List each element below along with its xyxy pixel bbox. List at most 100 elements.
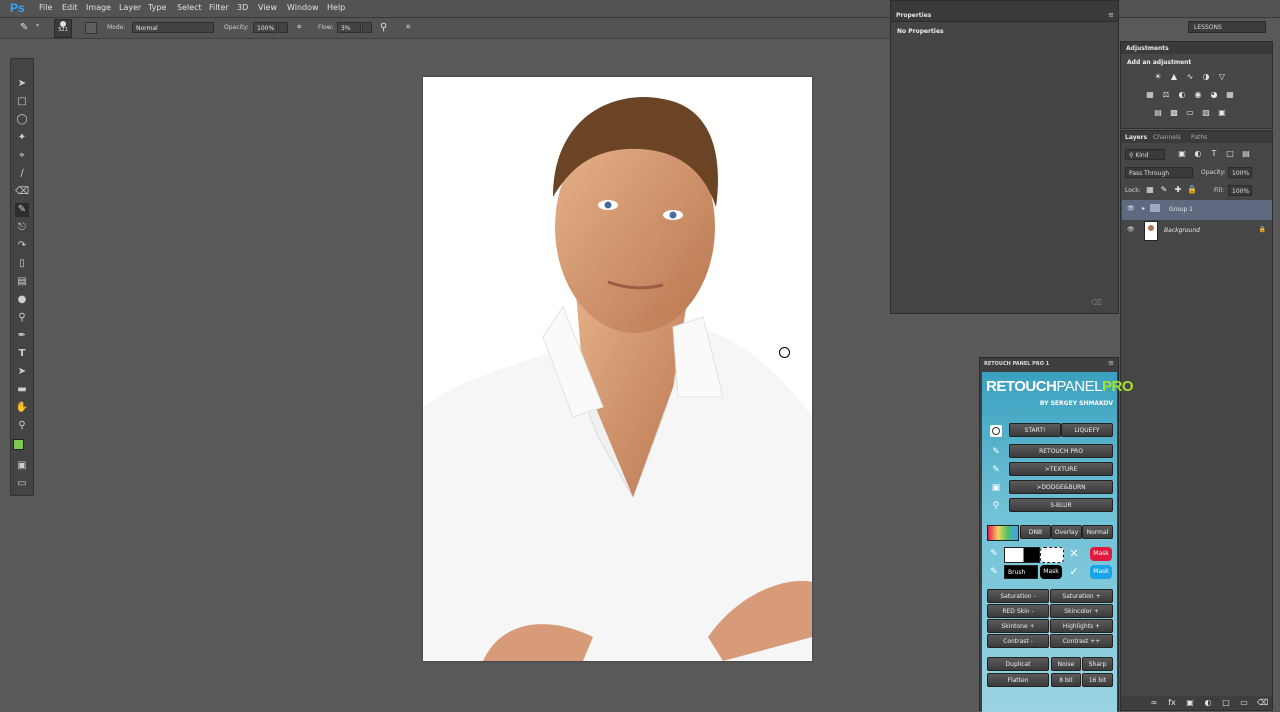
menu-type[interactable]: Type bbox=[148, 3, 166, 12]
new-adjustment-layer-icon[interactable]: ◐ bbox=[1203, 698, 1213, 708]
crop-tool-icon[interactable]: ⌖ bbox=[15, 149, 29, 163]
posterize-icon[interactable]: ▩ bbox=[1169, 108, 1179, 118]
duplicat-button[interactable]: Duplicat bbox=[987, 657, 1049, 671]
filter-shape-icon[interactable]: □ bbox=[1225, 149, 1235, 159]
vibrance-icon[interactable]: ▽ bbox=[1217, 72, 1227, 82]
dodge-burn-button[interactable]: >DODGE&BURN bbox=[1009, 480, 1113, 494]
curves-icon[interactable]: ∿ bbox=[1185, 72, 1195, 82]
contrast-minus-button[interactable]: Contrast - bbox=[987, 634, 1049, 648]
blur-tool-icon[interactable]: ● bbox=[15, 293, 29, 307]
black-mask-button[interactable]: Mask bbox=[1040, 565, 1062, 579]
overlay-button[interactable]: Overlay bbox=[1051, 525, 1082, 539]
history-brush-tool-icon[interactable]: ↷ bbox=[15, 239, 29, 253]
brush-panel-toggle-icon[interactable] bbox=[85, 22, 97, 34]
eraser-tool-icon[interactable]: ▯ bbox=[15, 257, 29, 271]
menu-3d[interactable]: 3D bbox=[237, 3, 248, 12]
menu-image[interactable]: Image bbox=[86, 3, 111, 12]
layer-opacity-field[interactable]: 100% bbox=[1228, 167, 1252, 178]
flatten-button[interactable]: Flatten bbox=[987, 673, 1049, 687]
visibility-eye-icon[interactable]: 👁 bbox=[1127, 226, 1135, 233]
blue-mask-button[interactable]: Mask bbox=[1090, 565, 1112, 579]
menu-window[interactable]: Window bbox=[287, 3, 319, 12]
visibility-eye-icon[interactable]: 👁 bbox=[1127, 205, 1135, 212]
pressure-opacity-icon[interactable]: ⚬ bbox=[295, 22, 307, 34]
filter-adjustment-icon[interactable]: ◐ bbox=[1193, 149, 1203, 159]
adjustments-tab[interactable]: Adjustments bbox=[1126, 45, 1169, 52]
menu-file[interactable]: File bbox=[39, 3, 52, 12]
dnb-button[interactable]: DNB bbox=[1020, 525, 1051, 539]
workspace-switcher[interactable]: LESSONS bbox=[1188, 21, 1266, 33]
flow-field[interactable]: 3% bbox=[337, 22, 361, 33]
brush-tool-icon[interactable]: ✎ bbox=[15, 203, 29, 217]
gradient-map-icon[interactable]: ▧ bbox=[1201, 108, 1211, 118]
type-tool-icon[interactable]: T bbox=[15, 347, 29, 361]
delete-layer-icon[interactable]: ⌫ bbox=[1257, 698, 1268, 708]
layer-row-background[interactable]: 👁 Background 🔒 bbox=[1122, 220, 1272, 241]
quick-mask-icon[interactable]: ▣ bbox=[15, 459, 29, 473]
lock-pixels-icon[interactable]: ✎ bbox=[1159, 185, 1169, 195]
layer-style-icon[interactable]: fx bbox=[1167, 698, 1177, 708]
blend-mode-select[interactable]: Pass Through bbox=[1125, 167, 1193, 178]
lock-transparency-icon[interactable]: ▦ bbox=[1145, 185, 1155, 195]
foreground-color-swatch[interactable] bbox=[13, 439, 24, 450]
contrast-plus-button[interactable]: Contrast ++ bbox=[1050, 634, 1113, 648]
quick-selection-tool-icon[interactable]: ✦ bbox=[15, 131, 29, 145]
retouch-pro-button[interactable]: RETOUCH PRO bbox=[1009, 444, 1113, 458]
fill-field[interactable]: 100% bbox=[1228, 185, 1252, 196]
sharp-button[interactable]: Sharp bbox=[1082, 657, 1113, 671]
opacity-field[interactable]: 100% bbox=[253, 22, 277, 33]
tab-channels[interactable]: Channels bbox=[1153, 134, 1181, 141]
brush-button[interactable]: Brush bbox=[1004, 565, 1038, 579]
rectangle-tool-icon[interactable]: ▬ bbox=[15, 383, 29, 397]
white-brush-button[interactable] bbox=[1004, 547, 1040, 563]
path-selection-tool-icon[interactable]: ➤ bbox=[15, 365, 29, 379]
red-skin-minus-button[interactable]: RED Skin - bbox=[987, 604, 1049, 618]
texture-icon[interactable]: ✎ bbox=[990, 464, 1002, 476]
close-x-icon[interactable]: ✕ bbox=[1068, 548, 1080, 560]
panel-menu-icon[interactable]: ≡ bbox=[1108, 359, 1114, 367]
brush-white-icon[interactable]: ✎ bbox=[988, 548, 1000, 560]
flow-dropdown-button[interactable] bbox=[362, 22, 372, 33]
saturation-plus-button[interactable]: Saturation + bbox=[1050, 589, 1113, 603]
s-blur-button[interactable]: S-BLUR bbox=[1009, 498, 1113, 512]
tab-paths[interactable]: Paths bbox=[1191, 134, 1207, 141]
tab-layers[interactable]: Layers bbox=[1125, 134, 1147, 141]
16-bit-button[interactable]: 16 bit bbox=[1082, 673, 1113, 687]
menu-edit[interactable]: Edit bbox=[62, 3, 78, 12]
link-layers-icon[interactable]: ∞ bbox=[1149, 698, 1159, 708]
menu-layer[interactable]: Layer bbox=[119, 3, 141, 12]
blur-icon[interactable]: ⚲ bbox=[990, 500, 1002, 512]
add-mask-icon[interactable]: ▣ bbox=[1185, 698, 1195, 708]
retouch-tool-icon[interactable]: ✎ bbox=[990, 446, 1002, 458]
lock-position-icon[interactable]: ✚ bbox=[1173, 185, 1183, 195]
noise-button[interactable]: Noise bbox=[1051, 657, 1081, 671]
brush-black-icon[interactable]: ✎ bbox=[988, 566, 1000, 578]
brightness-icon[interactable]: ☀ bbox=[1153, 72, 1163, 82]
8-bit-button[interactable]: 8 bit bbox=[1051, 673, 1081, 687]
mode-select[interactable]: Normal bbox=[132, 22, 214, 33]
screen-mode-icon[interactable]: ▭ bbox=[15, 477, 29, 491]
expand-arrow-icon[interactable]: ▸ bbox=[1142, 205, 1145, 212]
lasso-tool-icon[interactable]: ◯ bbox=[15, 113, 29, 127]
trash-icon[interactable]: ⌫ bbox=[1091, 298, 1102, 307]
start-button[interactable]: START! bbox=[1009, 423, 1061, 437]
skincolor-plus-button[interactable]: Skincolor + bbox=[1050, 604, 1113, 618]
normal-button[interactable]: Normal bbox=[1082, 525, 1113, 539]
selective-color-icon[interactable]: ▣ bbox=[1217, 108, 1227, 118]
filter-type-icon[interactable]: T bbox=[1209, 149, 1219, 159]
filter-pixel-icon[interactable]: ▣ bbox=[1177, 149, 1187, 159]
threshold-icon[interactable]: ▭ bbox=[1185, 108, 1195, 118]
levels-icon[interactable]: ▲ bbox=[1169, 72, 1179, 82]
properties-tab[interactable]: Properties bbox=[896, 12, 931, 19]
texture-button[interactable]: >TEXTURE bbox=[1009, 462, 1113, 476]
gradient-tool-icon[interactable]: ▤ bbox=[15, 275, 29, 289]
saturation-minus-button[interactable]: Saturation - bbox=[987, 589, 1049, 603]
dodge-burn-icon[interactable]: ▣ bbox=[990, 482, 1002, 494]
black-white-icon[interactable]: ◐ bbox=[1177, 90, 1187, 100]
pen-tool-icon[interactable]: ✒ bbox=[15, 329, 29, 343]
menu-view[interactable]: View bbox=[258, 3, 277, 12]
panel-menu-icon[interactable]: ≡ bbox=[1108, 11, 1114, 19]
new-group-icon[interactable]: □ bbox=[1221, 698, 1231, 708]
invert-icon[interactable]: ▤ bbox=[1153, 108, 1163, 118]
brush-preset-picker[interactable]: 521 bbox=[54, 19, 72, 38]
